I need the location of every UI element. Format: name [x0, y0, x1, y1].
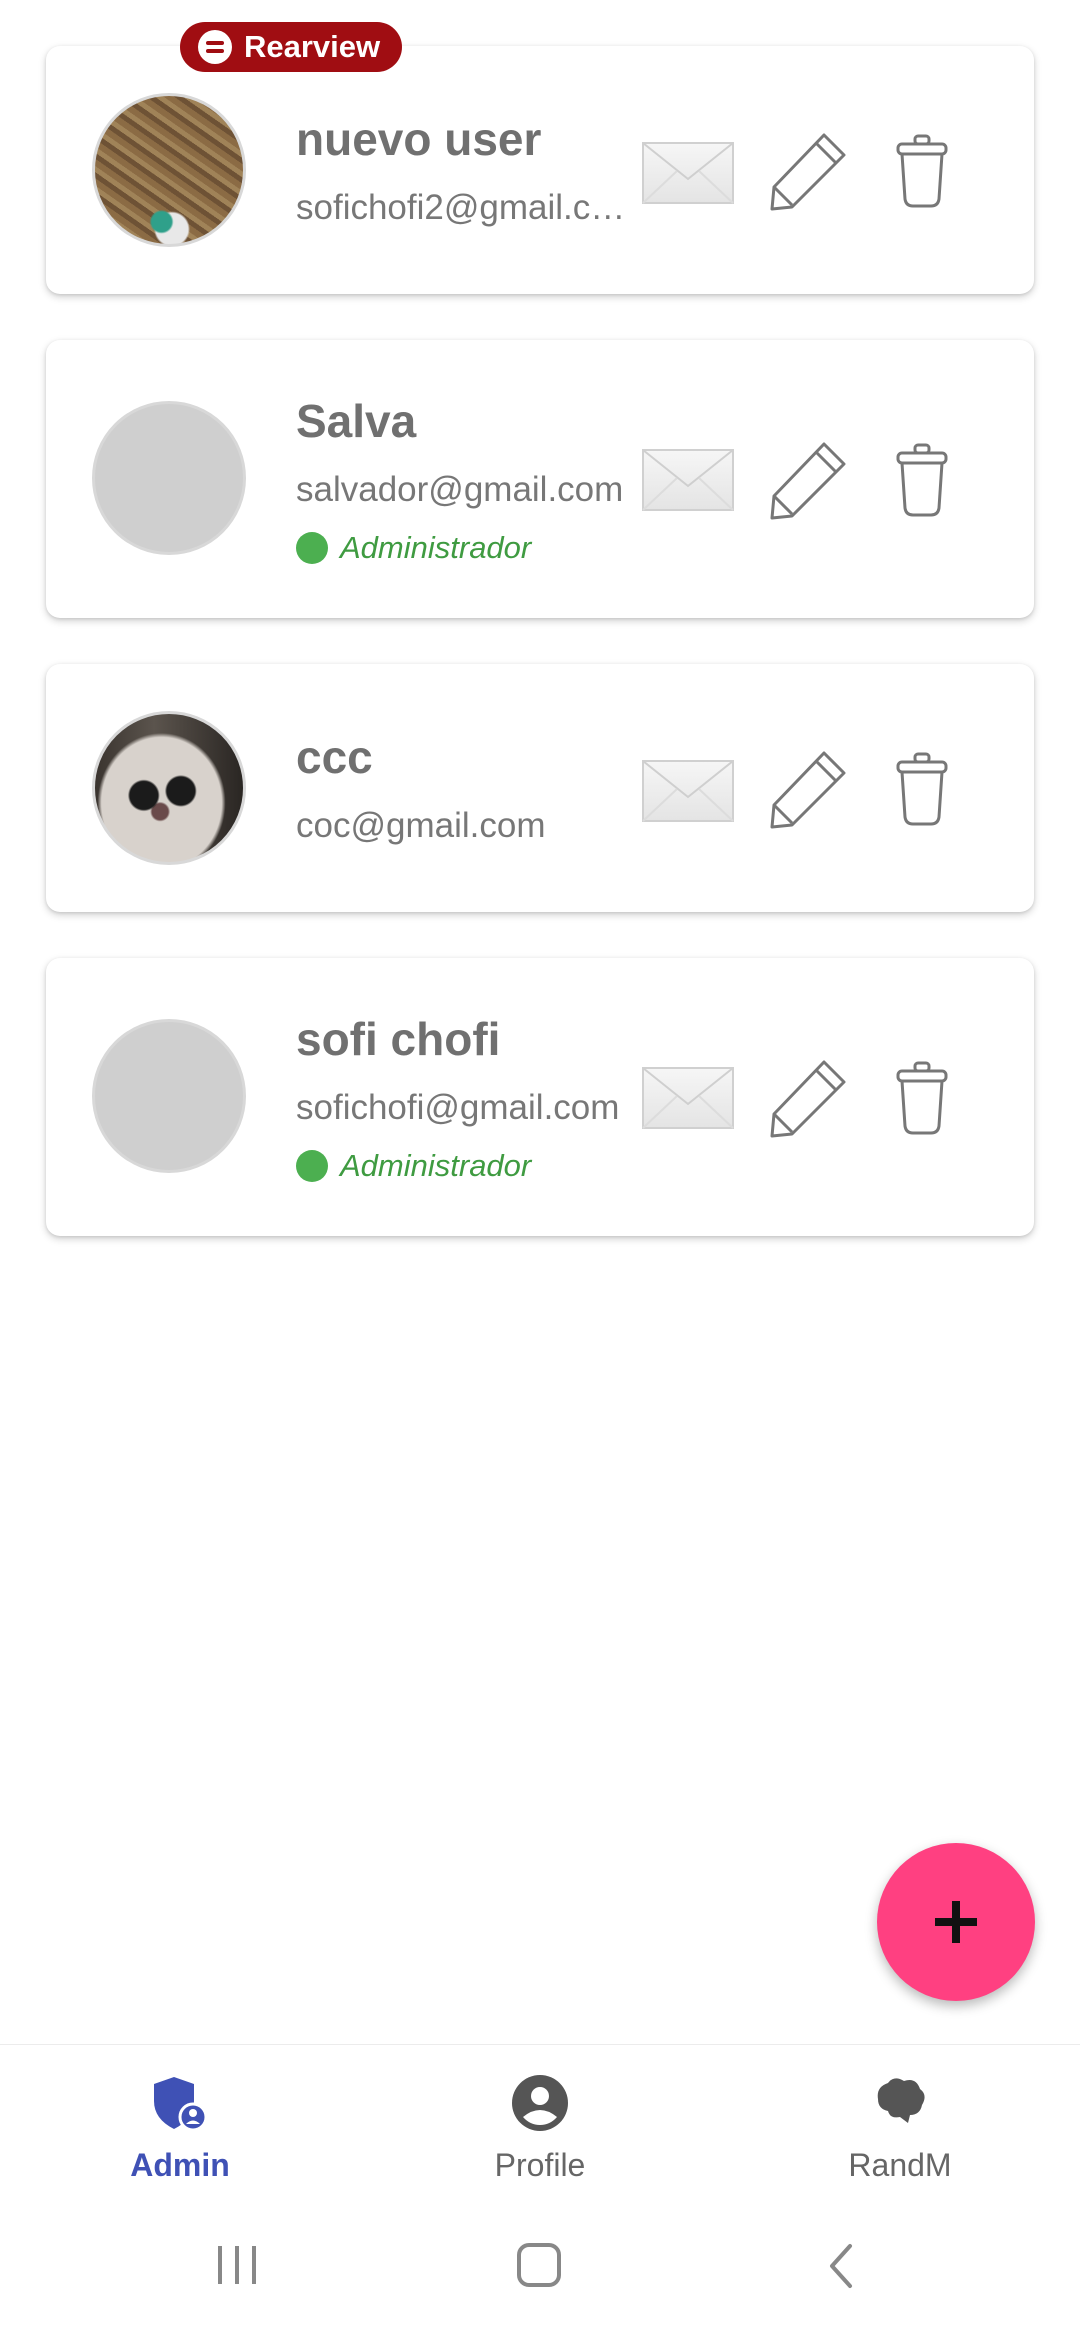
pencil-icon[interactable]: [766, 747, 850, 831]
role-label: Administrador: [340, 530, 532, 565]
user-email: coc@gmail.com: [296, 806, 546, 845]
spotify-icon: [198, 30, 232, 64]
system-navigation-bar: [0, 2196, 1080, 2340]
pencil-icon[interactable]: [766, 438, 850, 522]
role-label: Administrador: [340, 1148, 532, 1183]
trash-icon[interactable]: [894, 442, 950, 518]
user-avatar: [92, 711, 246, 865]
user-card[interactable]: Salva salvador@gmail.com Administrador: [46, 340, 1034, 618]
mail-icon[interactable]: [641, 759, 735, 823]
user-avatar-placeholder: [92, 1019, 246, 1173]
home-icon[interactable]: [514, 2242, 564, 2288]
user-name: nuevo user: [296, 113, 542, 165]
bottom-navigation: Admin Profile RandM: [0, 2044, 1080, 2185]
trash-icon[interactable]: [894, 1060, 950, 1136]
mail-icon[interactable]: [641, 141, 735, 205]
user-email: salvador@gmail.com: [296, 470, 624, 509]
back-icon[interactable]: [822, 2242, 862, 2290]
user-role: Administrador: [296, 530, 531, 566]
recent-apps-icon[interactable]: [212, 2242, 262, 2288]
user-avatar-placeholder: [92, 401, 246, 555]
user-email: sofichofi@gmail.com: [296, 1088, 620, 1127]
nav-item-admin[interactable]: Admin: [0, 2045, 360, 2185]
nav-item-randm[interactable]: RandM: [720, 2045, 1080, 2185]
add-user-fab[interactable]: [877, 1843, 1035, 2001]
user-name: Salva: [296, 395, 417, 447]
account-circle-icon: [512, 2075, 568, 2131]
trash-icon[interactable]: [894, 133, 950, 209]
nav-item-profile[interactable]: Profile: [360, 2045, 720, 2185]
role-status-dot: [296, 1150, 328, 1182]
user-role: Administrador: [296, 1148, 531, 1184]
notification-label: Rearview: [244, 29, 381, 64]
user-avatar: [92, 93, 246, 247]
user-name: ccc: [296, 731, 373, 783]
user-card[interactable]: ccc coc@gmail.com: [46, 664, 1034, 912]
role-status-dot: [296, 532, 328, 564]
pencil-icon[interactable]: [766, 129, 850, 213]
nav-label-admin: Admin: [130, 2147, 230, 2183]
rearview-notification-pill[interactable]: Rearview: [180, 22, 403, 72]
nav-label-profile: Profile: [494, 2147, 586, 2183]
admin-shield-icon: [154, 2077, 208, 2132]
mail-icon[interactable]: [641, 448, 735, 512]
user-name: sofi chofi: [296, 1013, 501, 1065]
trash-icon[interactable]: [894, 751, 950, 827]
nav-label-randm: RandM: [848, 2147, 952, 2183]
mail-icon[interactable]: [641, 1066, 735, 1130]
plus-icon: [935, 1901, 977, 1943]
user-card[interactable]: nuevo user sofichofi2@gmail.com: [46, 46, 1034, 294]
pencil-icon[interactable]: [766, 1056, 850, 1140]
user-email: sofichofi2@gmail.com: [296, 188, 636, 227]
randm-icon: [877, 2078, 925, 2123]
user-card[interactable]: sofi chofi sofichofi@gmail.com Administr…: [46, 958, 1034, 1236]
